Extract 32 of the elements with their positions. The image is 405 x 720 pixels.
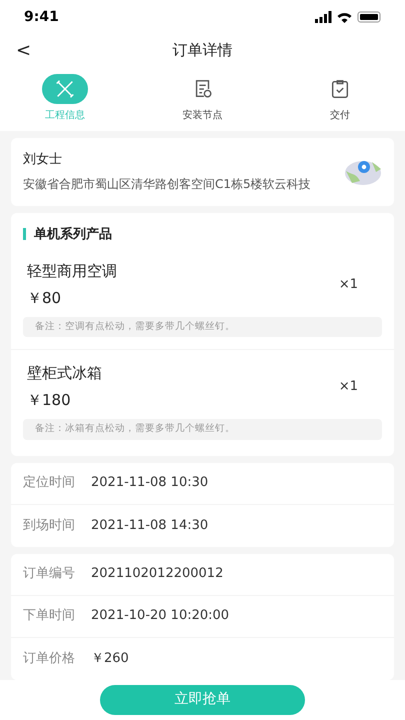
- field-label: 到场时间: [23, 516, 75, 535]
- product-note: 备注：冰箱有点松动，需要多带几个螺丝钉。: [23, 419, 382, 440]
- field-value: ￥260: [91, 650, 129, 668]
- section-marker: [23, 228, 26, 240]
- field-value: 2021-11-08 10:30: [91, 474, 208, 492]
- field-label: 下单时间: [23, 607, 75, 626]
- product-quantity: ×1: [338, 378, 359, 396]
- wifi-icon: [337, 12, 352, 22]
- clipboard-check-icon: [329, 78, 351, 100]
- tab[interactable]: 安装节点: [158, 74, 248, 123]
- product-quantity: ×1: [338, 276, 359, 294]
- product-price: ￥180: [27, 390, 72, 411]
- page-title: 订单详情: [172, 40, 232, 61]
- back-button[interactable]: <: [16, 36, 32, 64]
- field-value: 2021102012200012: [91, 565, 224, 584]
- field-label: 定位时间: [23, 474, 75, 492]
- field-label: 订单编号: [23, 565, 75, 584]
- signal-icon: [315, 11, 332, 23]
- product-name: 壁柜式冰箱: [27, 363, 103, 384]
- tab[interactable]: 交付: [295, 74, 385, 123]
- product-price: ￥80: [27, 288, 62, 308]
- customer-name: 刘女士: [23, 151, 63, 169]
- battery-icon: [357, 11, 381, 23]
- section-title: 单机系列产品: [34, 226, 112, 244]
- customer-address: 安徽省合肥市蜀山区清华路创客空间C1栋5楼软云科技: [23, 176, 312, 192]
- field-label: 订单价格: [23, 650, 75, 668]
- status-time: 9:41: [24, 8, 59, 26]
- field-value: 2021-11-08 14:30: [91, 516, 208, 535]
- product-name: 轻型商用空调: [27, 261, 118, 282]
- field-value: 2021-10-20 10:20:00: [91, 607, 230, 626]
- tools-icon: [54, 78, 76, 100]
- product-note: 备注：空调有点松动，需要多带几个螺丝钉。: [23, 317, 382, 338]
